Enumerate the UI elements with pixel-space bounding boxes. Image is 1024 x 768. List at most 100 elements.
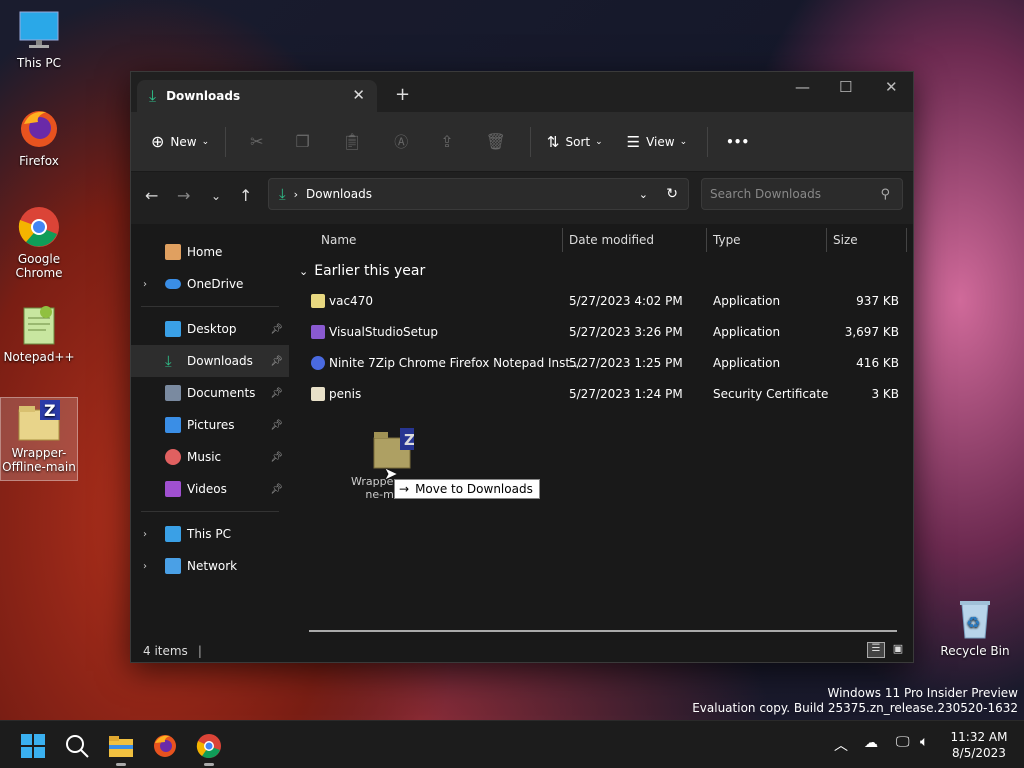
desktop-icon-wrapper-offline[interactable]: Z Wrapper-Offline-main	[0, 397, 78, 481]
group-header[interactable]: ⌄ Earlier this year	[291, 256, 913, 286]
divider[interactable]	[706, 228, 707, 252]
drag-tooltip: → Move to Downloads	[394, 479, 540, 499]
view-button[interactable]: ☰ View ⌄	[627, 133, 687, 151]
close-window-button[interactable]: ✕	[885, 78, 898, 96]
taskbar-chrome[interactable]	[196, 733, 222, 766]
sidebar-item-downloads[interactable]: ⤓ Downloads 📌︎	[131, 345, 289, 377]
rename-button[interactable]: Ⓐ	[394, 132, 408, 152]
share-icon: ⇪	[440, 132, 454, 151]
sidebar-item-network[interactable]: › Network	[131, 550, 289, 582]
new-button[interactable]: ⊕ New ⌄	[151, 132, 209, 151]
close-tab-icon[interactable]: ✕	[352, 86, 365, 104]
column-header-name[interactable]: Name	[321, 233, 356, 247]
pin-icon: 📌︎	[270, 387, 283, 399]
column-header-size[interactable]: Size	[833, 233, 858, 247]
table-row[interactable]: vac470 5/27/2023 4:02 PM Application 937…	[291, 286, 913, 317]
forward-button[interactable]: →	[177, 186, 190, 205]
monitor-icon	[165, 526, 181, 542]
clock[interactable]: 11:32 AM 8/5/2023	[944, 729, 1014, 761]
navigation-pane: Home › OneDrive Desktop 📌︎ ⤓ Downloads 📌…	[131, 224, 289, 642]
volume-icon[interactable]: 🔈︎	[920, 734, 928, 750]
table-row[interactable]: VisualStudioSetup 5/27/2023 3:26 PM Appl…	[291, 317, 913, 348]
chevron-right-icon[interactable]: ›	[143, 561, 147, 572]
sidebar-item-this-pc[interactable]: › This PC	[131, 518, 289, 550]
divider[interactable]	[906, 228, 907, 252]
file-name: VisualStudioSetup	[329, 325, 438, 339]
cut-button[interactable]: ✂	[250, 132, 263, 151]
chevron-right-icon[interactable]: ›	[143, 529, 147, 540]
search-box[interactable]: Search Downloads ⚲	[701, 178, 903, 210]
breadcrumb[interactable]: Downloads	[306, 187, 372, 201]
start-button[interactable]	[20, 733, 46, 759]
new-tab-button[interactable]: +	[395, 84, 410, 105]
evaluation-watermark: Windows 11 Pro Insider Preview Evaluatio…	[692, 686, 1018, 716]
tiles-view-icon[interactable]: ▣	[889, 642, 907, 658]
divider	[225, 126, 227, 157]
sort-button[interactable]: ⇅ Sort ⌄	[547, 133, 603, 151]
file-date: 5/27/2023 1:24 PM	[569, 387, 683, 401]
pictures-icon	[165, 417, 181, 433]
onedrive-offline-icon[interactable]: ☁	[864, 735, 878, 751]
chevron-down-icon: ⌄	[679, 136, 688, 147]
desktop-icon-label: Recycle Bin	[940, 644, 1010, 658]
maximize-button[interactable]: ☐	[839, 78, 852, 96]
desktop-icon-firefox[interactable]: Firefox	[0, 106, 78, 168]
sidebar-item-desktop[interactable]: Desktop 📌︎	[131, 313, 289, 345]
sidebar-item-music[interactable]: Music 📌︎	[131, 441, 289, 473]
taskbar-firefox[interactable]	[152, 733, 178, 759]
share-button[interactable]: ⇪	[440, 132, 453, 151]
sidebar-item-label: Videos	[187, 482, 227, 496]
details-view-icon[interactable]: ☰	[867, 642, 885, 658]
breadcrumb-chevron-icon: ›	[293, 187, 299, 201]
rename-icon: Ⓐ	[394, 134, 409, 151]
horizontal-scrollbar[interactable]	[309, 630, 897, 632]
delete-button[interactable]: 🗑︎	[486, 132, 506, 151]
divider[interactable]	[562, 228, 563, 252]
tab-downloads[interactable]: ⤓ Downloads ✕	[137, 80, 377, 112]
column-header-date[interactable]: Date modified	[569, 233, 654, 247]
certificate-icon	[311, 387, 325, 401]
chevron-up-icon[interactable]: ︿	[834, 735, 848, 755]
copy-button[interactable]: ❐	[296, 132, 310, 151]
chevron-down-icon: ⌄	[201, 136, 210, 147]
trash-icon: 🗑︎	[485, 132, 506, 151]
chevron-down-icon[interactable]: ⌄	[639, 188, 648, 201]
sidebar-item-label: Home	[187, 245, 223, 259]
recent-locations-button[interactable]: ⌄	[211, 189, 221, 203]
back-button[interactable]: ←	[145, 186, 158, 205]
sidebar-item-videos[interactable]: Videos 📌︎	[131, 473, 289, 505]
paste-button[interactable]: 📋︎	[342, 132, 362, 151]
command-bar: ⊕ New ⌄ ✂ ❐ 📋︎ Ⓐ ⇪ 🗑︎ ⇅ Sort ⌄ ☰ View ⌄ …	[131, 112, 913, 172]
svg-text:Z: Z	[404, 431, 414, 449]
sidebar-item-label: Documents	[187, 386, 256, 400]
table-row[interactable]: Ninite 7Zip Chrome Firefox Notepad Inst.…	[291, 348, 913, 379]
plus-circle-icon: ⊕	[151, 132, 165, 151]
document-icon	[165, 385, 181, 401]
desktop-icon-this-pc[interactable]: This PC	[0, 8, 78, 70]
network-icon[interactable]: 🖵︎	[896, 734, 910, 750]
file-type: Application	[713, 325, 781, 339]
minimize-button[interactable]: —	[795, 78, 810, 96]
desktop-icon-recycle-bin[interactable]: ♻ Recycle Bin	[936, 596, 1014, 658]
taskbar-file-explorer[interactable]	[108, 733, 134, 766]
search-button[interactable]	[64, 733, 90, 759]
column-header-type[interactable]: Type	[713, 233, 741, 247]
sidebar-item-home[interactable]: Home	[131, 236, 289, 268]
search-input[interactable]: Search Downloads	[710, 187, 821, 201]
address-bar[interactable]: ⤓ › Downloads ⌄ ↻	[268, 178, 689, 210]
firefox-icon	[154, 735, 176, 757]
chevron-right-icon[interactable]: ›	[143, 279, 147, 290]
divider[interactable]	[826, 228, 827, 252]
sidebar-item-documents[interactable]: Documents 📌︎	[131, 377, 289, 409]
pin-icon: 📌︎	[270, 419, 283, 431]
sidebar-item-onedrive[interactable]: › OneDrive	[131, 268, 289, 300]
more-options-button[interactable]: •••	[726, 135, 749, 149]
sidebar-item-label: This PC	[187, 527, 231, 541]
refresh-icon[interactable]: ↻	[666, 186, 678, 202]
sidebar-item-label: Music	[187, 450, 222, 464]
sidebar-item-pictures[interactable]: Pictures 📌︎	[131, 409, 289, 441]
table-row[interactable]: penis 5/27/2023 1:24 PM Security Certifi…	[291, 379, 913, 410]
up-button[interactable]: ↑	[239, 186, 252, 205]
desktop-icon-notepadpp[interactable]: Notepad++	[0, 302, 78, 364]
desktop-icon-chrome[interactable]: Google Chrome	[0, 204, 78, 280]
